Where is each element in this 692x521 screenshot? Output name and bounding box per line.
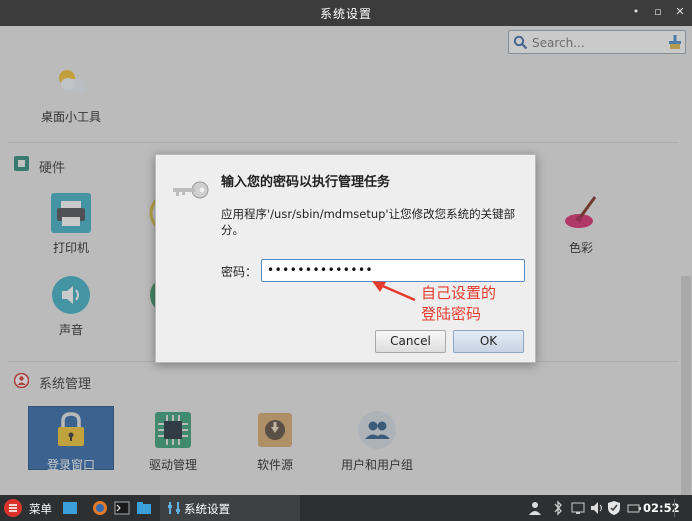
dialog-heading: 输入您的密码以执行管理任务 bbox=[221, 175, 391, 190]
keys-icon bbox=[173, 181, 209, 199]
show-desktop-corner[interactable] bbox=[674, 499, 688, 517]
annotation-line-1: 自己设置的 bbox=[421, 284, 497, 302]
password-value: •••••••••••••• bbox=[267, 263, 374, 277]
password-label: 密码： bbox=[221, 265, 258, 279]
user-icon[interactable] bbox=[527, 500, 543, 516]
ok-button[interactable]: OK bbox=[453, 330, 524, 353]
taskbar: 菜单 系统设置 02:52 bbox=[0, 495, 692, 521]
settings-app-icon bbox=[168, 502, 180, 514]
terminal-icon[interactable] bbox=[114, 500, 130, 516]
annotation-line-2: 登陆密码 bbox=[421, 305, 482, 323]
maximize-button[interactable]: ▫ bbox=[650, 4, 666, 20]
shield-icon[interactable] bbox=[606, 500, 622, 516]
folder-icon[interactable] bbox=[136, 500, 152, 516]
minimize-button[interactable]: • bbox=[628, 4, 644, 20]
annotation-arrow-icon bbox=[372, 281, 416, 302]
annotation-text: 自己设置的 登陆密码 bbox=[421, 283, 496, 325]
show-desktop-icon[interactable] bbox=[62, 500, 78, 516]
window-titlebar[interactable]: 系统设置 • ▫ ✕ bbox=[0, 0, 692, 26]
volume-icon[interactable] bbox=[589, 500, 605, 516]
cancel-button[interactable]: Cancel bbox=[375, 330, 446, 353]
auth-dialog: 输入您的密码以执行管理任务 应用程序'/usr/sbin/mdmsetup'让您… bbox=[155, 154, 536, 363]
firefox-icon[interactable] bbox=[92, 500, 108, 516]
taskbar-task-label: 系统设置 bbox=[184, 502, 230, 516]
bluetooth-icon[interactable] bbox=[550, 500, 566, 516]
network-icon[interactable] bbox=[570, 500, 586, 516]
window-title: 系统设置 bbox=[319, 7, 372, 21]
power-menu-icon[interactable] bbox=[626, 500, 642, 516]
menu-icon[interactable] bbox=[4, 499, 22, 517]
close-button[interactable]: ✕ bbox=[672, 4, 688, 20]
menu-label[interactable]: 菜单 bbox=[29, 501, 52, 517]
dialog-message: 应用程序'/usr/sbin/mdmsetup'让您修改您系统的关键部分。 bbox=[221, 207, 516, 237]
